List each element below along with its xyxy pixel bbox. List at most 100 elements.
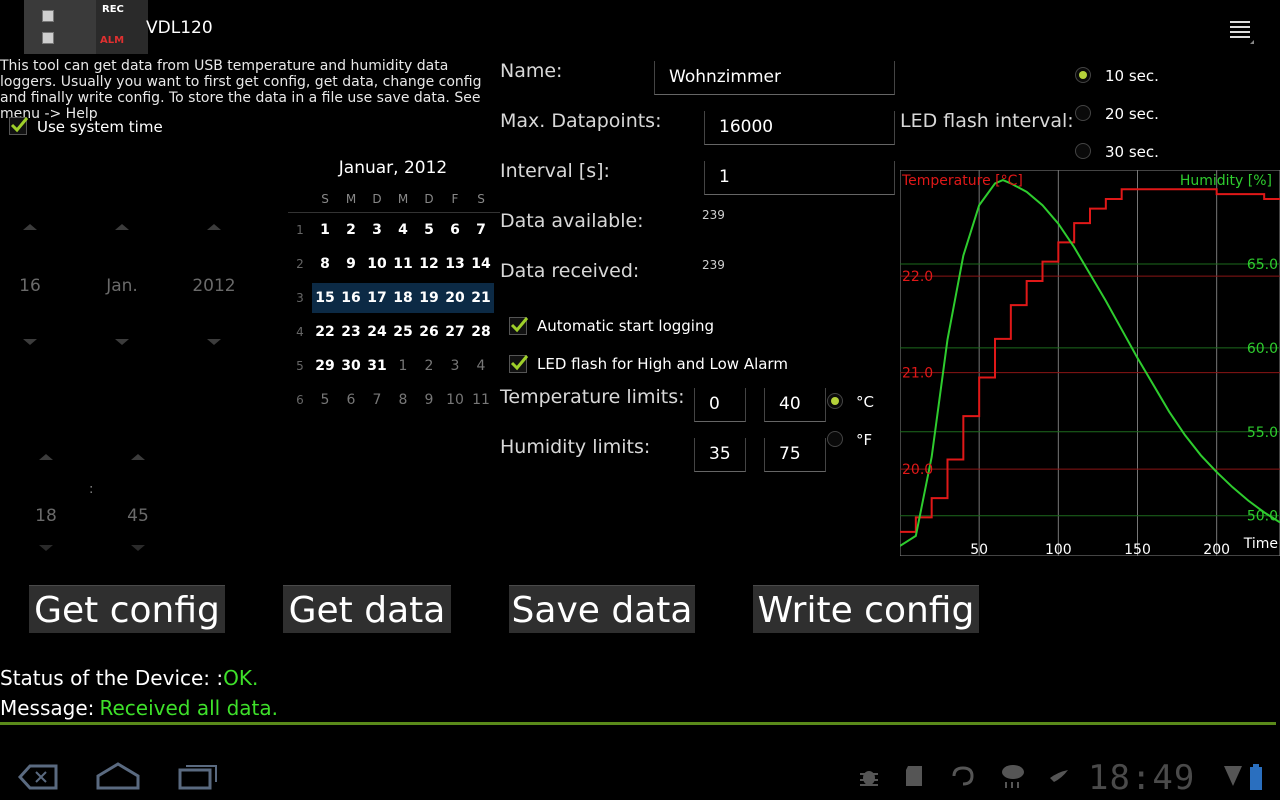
calendar-day[interactable]: 25 <box>390 317 416 347</box>
message-value: Received all data. <box>99 696 279 720</box>
name-label: Name: <box>500 60 563 82</box>
chart-temperature-legend: Temperature [°C] <box>901 173 1023 189</box>
save-data-button[interactable]: Save data <box>509 585 695 633</box>
calendar-day[interactable]: 31 <box>364 351 390 381</box>
calendar-day[interactable]: 12 <box>416 249 442 279</box>
sd-card-icon[interactable] <box>904 764 926 792</box>
interval-input[interactable]: 1 <box>704 161 895 195</box>
calendar-day[interactable]: 15 <box>312 283 338 313</box>
month-picker-value[interactable]: Jan. <box>82 276 162 296</box>
calendar-day[interactable]: 23 <box>338 317 364 347</box>
humidity-low-input[interactable]: 35 <box>694 438 746 472</box>
hour-picker-value[interactable]: 18 <box>6 506 86 526</box>
calendar-day[interactable]: 22 <box>312 317 338 347</box>
data-available-label: Data available: <box>500 210 644 232</box>
led-interval-20-label: 20 sec. <box>1105 105 1159 123</box>
status-value: OK. <box>223 666 259 690</box>
calendar-day[interactable]: 3 <box>442 351 468 381</box>
temperature-low-input[interactable]: 0 <box>694 388 746 422</box>
home-icon[interactable] <box>96 760 140 794</box>
year-decrement-button[interactable] <box>207 339 221 345</box>
app-title: VDL120 <box>146 18 213 38</box>
month-decrement-button[interactable] <box>115 339 129 345</box>
calendar-day[interactable]: 18 <box>390 283 416 313</box>
weather-icon[interactable] <box>1000 762 1026 794</box>
get-config-button[interactable]: Get config <box>29 585 225 633</box>
progress-divider <box>0 722 1276 725</box>
minute-decrement-button[interactable] <box>131 545 145 551</box>
day-picker-value[interactable]: 16 <box>0 276 70 296</box>
back-icon[interactable] <box>16 762 60 796</box>
calendar-day[interactable]: 1 <box>312 215 338 245</box>
calendar-day[interactable]: 24 <box>364 317 390 347</box>
temperature-high-input[interactable]: 40 <box>764 388 826 422</box>
use-system-time-label: Use system time <box>37 118 163 136</box>
calendar-day[interactable]: 8 <box>312 249 338 279</box>
minute-picker-value[interactable]: 45 <box>98 506 178 526</box>
hour-increment-button[interactable] <box>39 454 53 460</box>
calendar-day[interactable]: 29 <box>312 351 338 381</box>
calendar-week-row: 2 8 9 10 11 12 13 14 <box>288 247 500 281</box>
calendar-week-row: 3 15 16 17 18 19 20 21 <box>288 281 500 315</box>
get-data-button[interactable]: Get data <box>283 585 451 633</box>
calendar-day[interactable]: 30 <box>338 351 364 381</box>
year-increment-button[interactable] <box>207 224 221 230</box>
calendar-day[interactable]: 19 <box>416 283 442 313</box>
chart-humidity-tick-label: 60.0 <box>1247 341 1278 357</box>
calendar-day[interactable]: 8 <box>390 385 416 415</box>
calendar-day[interactable]: 13 <box>442 249 468 279</box>
hour-decrement-button[interactable] <box>39 545 53 551</box>
bird-icon[interactable] <box>1048 766 1070 792</box>
calendar-day[interactable]: 4 <box>468 351 494 381</box>
calendar-day[interactable]: 4 <box>390 215 416 245</box>
calendar-day[interactable]: 6 <box>442 215 468 245</box>
celsius-radio[interactable] <box>827 393 843 409</box>
use-system-time-checkbox[interactable] <box>9 117 29 135</box>
calendar-day[interactable]: 14 <box>468 249 494 279</box>
calendar-day[interactable]: 7 <box>364 385 390 415</box>
calendar-day[interactable]: 20 <box>442 283 468 313</box>
data-available-value: 239 <box>702 208 725 222</box>
calendar-day[interactable]: 11 <box>390 249 416 279</box>
year-picker-value[interactable]: 2012 <box>174 276 254 296</box>
name-input[interactable]: Wohnzimmer <box>654 61 895 95</box>
fahrenheit-radio[interactable] <box>827 431 843 447</box>
auto-start-checkbox[interactable] <box>509 317 529 335</box>
month-increment-button[interactable] <box>115 224 129 230</box>
recent-apps-icon[interactable] <box>176 762 220 796</box>
calendar-day[interactable]: 28 <box>468 317 494 347</box>
overflow-menu-icon[interactable] <box>1228 18 1254 44</box>
debug-icon[interactable] <box>858 766 880 792</box>
calendar-day[interactable]: 26 <box>416 317 442 347</box>
calendar-day[interactable]: 3 <box>364 215 390 245</box>
calendar-day[interactable]: 5 <box>312 385 338 415</box>
calendar-day[interactable]: 5 <box>416 215 442 245</box>
calendar-day[interactable]: 7 <box>468 215 494 245</box>
calendar-day[interactable]: 9 <box>416 385 442 415</box>
calendar-day[interactable]: 10 <box>442 385 468 415</box>
day-decrement-button[interactable] <box>23 339 37 345</box>
calendar-day[interactable]: 16 <box>338 283 364 313</box>
calendar-day[interactable]: 17 <box>364 283 390 313</box>
led-interval-10-radio[interactable] <box>1075 67 1091 83</box>
calendar-day[interactable]: 27 <box>442 317 468 347</box>
calendar-day[interactable]: 11 <box>468 385 494 415</box>
calendar-day[interactable]: 21 <box>468 283 494 313</box>
calendar-day[interactable]: 1 <box>390 351 416 381</box>
write-config-button[interactable]: Write config <box>753 585 979 633</box>
calendar-day[interactable]: 6 <box>338 385 364 415</box>
system-clock: 18:49 <box>1088 758 1196 798</box>
led-interval-30-radio[interactable] <box>1075 143 1091 159</box>
led-interval-20-radio[interactable] <box>1075 105 1091 121</box>
calendar-day[interactable]: 2 <box>338 215 364 245</box>
calendar-day[interactable]: 10 <box>364 249 390 279</box>
humidity-high-input[interactable]: 75 <box>764 438 826 472</box>
led-alarm-checkbox[interactable] <box>509 355 529 373</box>
day-increment-button[interactable] <box>23 224 37 230</box>
max-datapoints-input[interactable]: 16000 <box>704 111 895 145</box>
calendar-day[interactable]: 9 <box>338 249 364 279</box>
minute-increment-button[interactable] <box>131 454 145 460</box>
calendar-day[interactable]: 2 <box>416 351 442 381</box>
calendar-dow: F <box>451 192 459 206</box>
sync-icon[interactable] <box>950 764 976 792</box>
